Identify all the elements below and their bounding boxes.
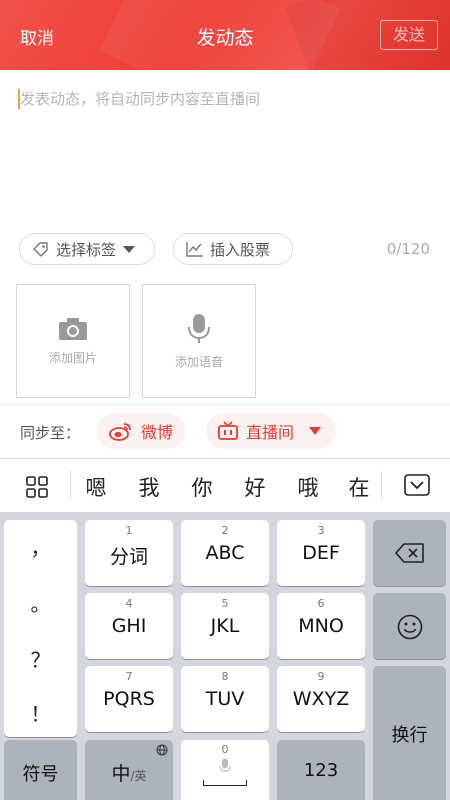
post-text-input[interactable]: 发表动态，将自动同步内容至直播间 bbox=[20, 88, 260, 109]
char-counter: 0/120 bbox=[386, 240, 430, 258]
grid-icon[interactable] bbox=[26, 476, 48, 498]
emoji-icon bbox=[397, 614, 423, 640]
weibo-icon bbox=[109, 423, 131, 441]
lang-alt-label: /英 bbox=[130, 769, 147, 783]
key-6[interactable]: 6 MNO bbox=[277, 593, 365, 659]
key-4[interactable]: 4 GHI bbox=[85, 593, 173, 659]
emoji-key[interactable] bbox=[373, 593, 446, 659]
punct-key[interactable]: 。 bbox=[4, 588, 77, 617]
send-button[interactable]: 发送 bbox=[380, 20, 438, 50]
add-voice-label: 添加语音 bbox=[174, 354, 223, 369]
key-8[interactable]: 8 TUV bbox=[181, 666, 269, 732]
select-tag-label: 选择标签 bbox=[56, 240, 117, 259]
key-3[interactable]: 3 DEF bbox=[277, 520, 365, 586]
sync-live-label: 直播间 bbox=[246, 423, 295, 442]
enter-label: 换行 bbox=[391, 725, 428, 746]
app-root: 取消 发动态 发送 发表动态，将自动同步内容至直播间 选择标签 插入股票 0/1… bbox=[0, 0, 450, 800]
candidate-word[interactable]: 嗯 bbox=[76, 472, 116, 502]
tv-icon bbox=[218, 421, 238, 440]
tag-icon bbox=[33, 242, 48, 257]
punct-key[interactable]: ？ bbox=[4, 644, 77, 673]
numbers-key[interactable]: 123 bbox=[277, 740, 365, 800]
key-7[interactable]: 7 PQRS bbox=[85, 666, 173, 732]
enter-key[interactable]: 换行 bbox=[373, 666, 446, 800]
keyboard-hide-icon[interactable] bbox=[404, 474, 430, 496]
key-1[interactable]: 1 分词 bbox=[85, 520, 173, 586]
candidate-word[interactable]: 在 bbox=[339, 472, 379, 502]
candidate-word[interactable]: 我 bbox=[129, 472, 169, 502]
insert-stock-button[interactable]: 插入股票 bbox=[173, 233, 293, 265]
space-bar-glyph bbox=[203, 780, 247, 786]
ime-candidate-bar: 嗯 我 你 好 哦 在 bbox=[0, 458, 450, 512]
microphone-icon bbox=[188, 313, 210, 343]
punct-key[interactable]: ！ bbox=[4, 698, 77, 727]
sync-label: 同步至： bbox=[20, 424, 81, 442]
key-5[interactable]: 5 JKL bbox=[181, 593, 269, 659]
add-photo-label: 添加图片 bbox=[48, 350, 97, 365]
key-2[interactable]: 2 ABC bbox=[181, 520, 269, 586]
camera-icon bbox=[59, 317, 87, 340]
space-key[interactable]: 0 bbox=[181, 740, 269, 800]
symbols-key[interactable]: 符号 bbox=[4, 740, 77, 800]
add-voice-button[interactable]: 添加语音 bbox=[142, 284, 256, 398]
caret-down-icon bbox=[123, 246, 136, 253]
add-photo-button[interactable]: 添加图片 bbox=[16, 284, 130, 398]
numbers-label: 123 bbox=[303, 760, 339, 781]
sync-weibo-label: 微博 bbox=[141, 423, 174, 442]
sync-live-dropdown[interactable]: 直播间 bbox=[206, 413, 336, 449]
candidate-word[interactable]: 好 bbox=[235, 472, 275, 502]
globe-icon bbox=[156, 744, 168, 756]
language-switch-key[interactable]: 中/英 bbox=[85, 740, 173, 800]
candidate-word[interactable]: 哦 bbox=[288, 472, 328, 502]
backspace-icon bbox=[395, 543, 424, 563]
header-bar: 取消 发动态 发送 bbox=[0, 0, 450, 70]
lang-main-label: 中 bbox=[111, 763, 131, 785]
keyboard: ， 。 ？ ！ 1 分词 2 ABC 3 DEF 4 GHI 5 JKL 6 M… bbox=[0, 512, 450, 800]
backspace-key[interactable] bbox=[373, 520, 446, 586]
key-9[interactable]: 9 WXYZ bbox=[277, 666, 365, 732]
select-tag-button[interactable]: 选择标签 bbox=[19, 233, 155, 265]
chart-icon bbox=[186, 242, 203, 257]
caret-down-icon bbox=[309, 427, 322, 435]
candidate-word[interactable]: 你 bbox=[182, 472, 222, 502]
punct-key[interactable]: ， bbox=[4, 532, 77, 561]
symbols-label: 符号 bbox=[22, 764, 59, 785]
divider bbox=[0, 404, 450, 405]
insert-stock-label: 插入股票 bbox=[210, 240, 271, 259]
microphone-icon bbox=[219, 758, 231, 772]
punctuation-column: ， 。 ？ ！ bbox=[4, 520, 77, 737]
sync-weibo-toggle[interactable]: 微博 bbox=[97, 413, 185, 449]
